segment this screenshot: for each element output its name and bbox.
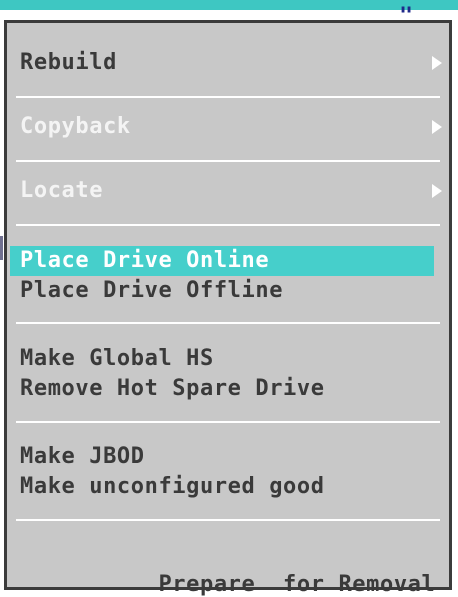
menu-separator [16, 224, 440, 226]
menu-item-label: Rebuild [20, 50, 117, 75]
menu-item-label: Make unconfigured good [20, 474, 325, 499]
menu-item-copyback[interactable]: Copyback [10, 112, 446, 142]
submenu-arrow-icon [432, 184, 442, 198]
menu-item-make-unconfigured-good[interactable]: Make unconfigured good [10, 472, 446, 502]
menu-item-place-drive-online[interactable]: Place Drive Online [10, 246, 434, 276]
menu-separator [16, 519, 440, 521]
menu-separator [16, 421, 440, 423]
menu-item-remove-hot-spare-drive[interactable]: Remove Hot Spare Drive [10, 374, 446, 404]
menu-item-prepare-for-removal[interactable]: Prepare for Removal [10, 540, 446, 597]
menu-separator [16, 322, 440, 324]
menu-item-label: Locate [20, 178, 104, 203]
menu-item-locate[interactable]: Locate [10, 176, 446, 206]
menu-item-make-jbod[interactable]: Make JBOD [10, 442, 446, 472]
menu-separator [16, 160, 440, 162]
submenu-arrow-icon [432, 120, 442, 134]
menu-item-label: Make JBOD [20, 444, 145, 469]
menu-item-make-global-hs[interactable]: Make Global HS [10, 344, 446, 374]
top-edge-glyph: ▮▮ [400, 4, 413, 15]
menu-item-label: Place Drive Offline [20, 278, 284, 303]
menu-item-place-drive-offline[interactable]: Place Drive Offline [10, 276, 446, 306]
menu-separator [16, 96, 440, 98]
left-edge-marker [0, 236, 3, 260]
submenu-arrow-icon [432, 56, 442, 70]
screen: ▮▮ Rebuild Copyback Locate Place Drive O… [0, 0, 458, 597]
menu-item-label: Remove Hot Spare Drive [20, 376, 325, 401]
menu-item-label: Place Drive Online [20, 248, 270, 273]
menu-body: Rebuild Copyback Locate Place Drive Onli… [10, 26, 446, 597]
menu-item-rebuild[interactable]: Rebuild [10, 48, 446, 78]
menu-item-label: Copyback [20, 114, 131, 139]
menu-item-label: Make Global HS [20, 346, 214, 371]
drive-context-menu: Rebuild Copyback Locate Place Drive Onli… [4, 20, 452, 597]
menu-item-label: Prepare for Removal [158, 572, 436, 597]
top-strip [0, 0, 458, 10]
